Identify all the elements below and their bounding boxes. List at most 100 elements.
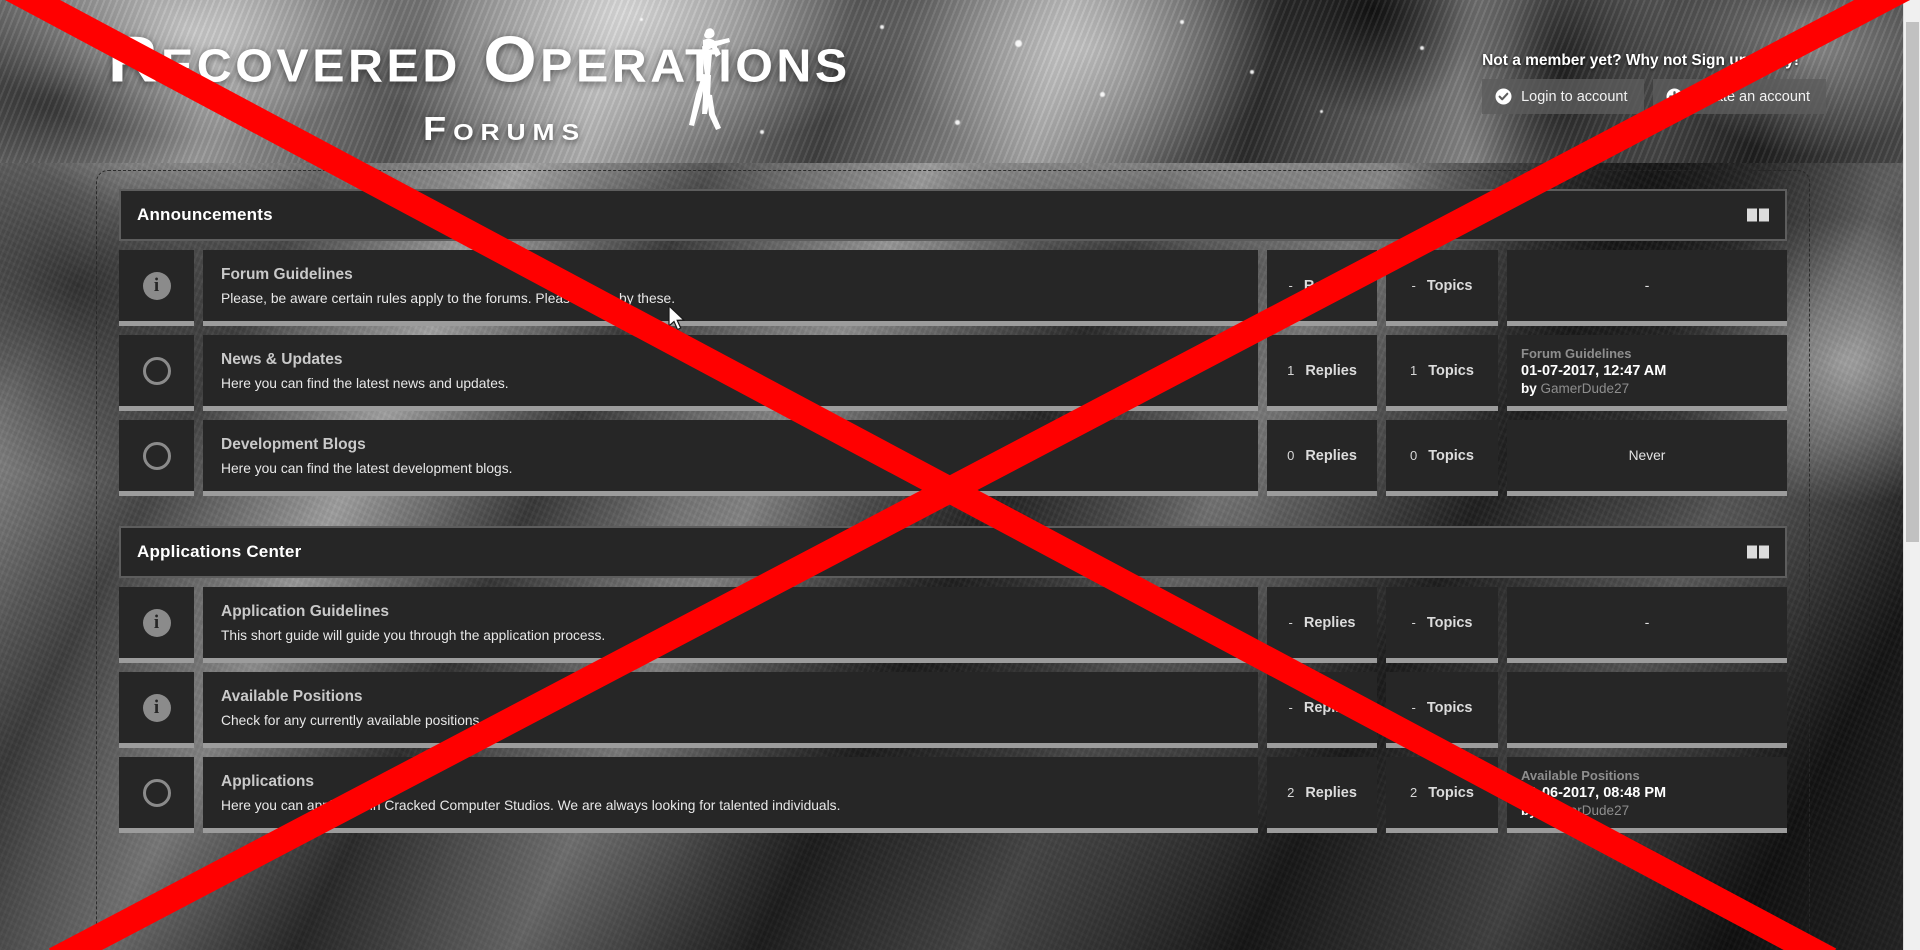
login-button-label: Login to account: [1521, 88, 1628, 105]
lastpost-never: Never: [1628, 448, 1666, 463]
info-icon: i: [142, 271, 171, 300]
lastpost-date: 01-06-2017, 08:48 PM: [1521, 784, 1667, 801]
forum-lastpost-cell: Forum Guidelines 01-07-2017, 12:47 AM by…: [1507, 335, 1787, 411]
forum-info-cell: Application Guidelines This short guide …: [203, 587, 1258, 663]
signup-prompt-text: Not a member yet? Why not Sign up today!: [1482, 52, 1799, 69]
lastpost-by-prefix: by: [1521, 802, 1537, 818]
forum-info-cell: Development Blogs Here you can find the …: [203, 420, 1258, 496]
circle-unread-icon: [142, 778, 171, 807]
circle-unread-icon: [142, 356, 171, 385]
forum-lastpost-cell: -: [1507, 587, 1787, 663]
topics-count: -: [1411, 278, 1416, 293]
category-title: Applications Center: [137, 542, 302, 561]
replies-label: Replies: [1305, 784, 1357, 801]
topics-count: 0: [1410, 448, 1418, 463]
login-to-account-button[interactable]: Login to account: [1482, 79, 1644, 114]
topics-label: Topics: [1428, 447, 1474, 464]
replies-label: Replies: [1303, 699, 1356, 716]
lastpost-empty: -: [1644, 278, 1650, 293]
lastpost-author: by GamerDude27: [1521, 381, 1629, 396]
forum-description: Here you can find the latest news and up…: [221, 375, 509, 391]
site-logo[interactable]: Recovered Operations Forums: [108, 14, 1098, 149]
topics-label: Topics: [1426, 614, 1473, 631]
replies-count: 1: [1287, 363, 1295, 378]
replies-label: Replies: [1303, 614, 1356, 631]
forum-info-cell: Available Positions Check for any curren…: [203, 672, 1258, 748]
collapse-toggle-icon[interactable]: [1747, 208, 1769, 222]
forum-replies-cell: - Replies: [1267, 672, 1377, 748]
forum-lastpost-cell: Available Positions 01-06-2017, 08:48 PM…: [1507, 757, 1787, 833]
replies-count: 2: [1287, 785, 1295, 800]
account-panel: Not a member yet? Why not Sign up today!…: [1482, 52, 1826, 114]
topics-label: Topics: [1428, 362, 1474, 379]
topics-count: 2: [1410, 785, 1418, 800]
forum-topics-cell: 0 Topics: [1386, 420, 1498, 496]
plus-circle-icon: [1666, 88, 1682, 105]
forum-replies-cell: 1 Replies: [1267, 335, 1377, 411]
forum-status-cell: i: [119, 250, 194, 326]
forum-status-cell: [119, 335, 194, 411]
forum-description: This short guide will guide you through …: [221, 627, 606, 643]
forum-lastpost-cell: -: [1507, 250, 1787, 326]
account-button-group: Login to account Create an account: [1482, 79, 1826, 114]
logo-secondary-text: Forums: [423, 110, 587, 147]
forum-description: Please, be aware certain rules apply to …: [221, 290, 676, 306]
forum-topics-cell: 2 Topics: [1386, 757, 1498, 833]
replies-label: Replies: [1305, 447, 1357, 464]
forum-category-announcements: Announcements i Forum Guidelines Please,…: [119, 189, 1787, 496]
lastpost-thread-link[interactable]: Forum Guidelines: [1521, 346, 1632, 361]
replies-count: -: [1288, 615, 1293, 630]
forum-row: News & Updates Here you can find the lat…: [119, 335, 1787, 411]
forum-description: Here you can apply to join Cracked Compu…: [221, 797, 841, 813]
info-icon: i: [142, 693, 171, 722]
forum-topics-cell: 1 Topics: [1386, 335, 1498, 411]
forum-category-applications-center: Applications Center i Application Guidel…: [119, 526, 1787, 833]
replies-count: -: [1288, 278, 1293, 293]
scroll-up-arrow-icon[interactable]: [1904, 0, 1920, 17]
forum-row: i Forum Guidelines Please, be aware cert…: [119, 250, 1787, 326]
forum-status-cell: i: [119, 672, 194, 748]
lastpost-by-prefix: by: [1521, 380, 1537, 396]
replies-count: -: [1288, 700, 1293, 715]
collapse-toggle-icon[interactable]: [1747, 545, 1769, 559]
forum-status-cell: [119, 757, 194, 833]
forum-content-container: Announcements i Forum Guidelines Please,…: [96, 170, 1810, 950]
vertical-scrollbar[interactable]: [1903, 0, 1920, 950]
circle-unread-icon: [142, 441, 171, 470]
category-header[interactable]: Announcements: [119, 189, 1787, 241]
lastpost-thread-link[interactable]: Available Positions: [1521, 768, 1640, 783]
lastpost-details: Available Positions 01-06-2017, 08:48 PM…: [1521, 768, 1773, 818]
topics-label: Topics: [1426, 699, 1473, 716]
check-circle-icon: [1495, 88, 1512, 105]
forum-row: Applications Here you can apply to join …: [119, 757, 1787, 833]
forum-link[interactable]: Available Positions: [221, 688, 363, 706]
topics-count: -: [1411, 615, 1416, 630]
forum-link[interactable]: Application Guidelines: [221, 603, 389, 621]
scrollbar-thumb[interactable]: [1906, 22, 1919, 542]
replies-count: 0: [1287, 448, 1295, 463]
forum-topics-cell: - Topics: [1386, 587, 1498, 663]
lastpost-username-link[interactable]: GamerDude27: [1541, 381, 1630, 396]
forum-link[interactable]: Development Blogs: [221, 436, 366, 454]
forum-link[interactable]: News & Updates: [221, 351, 342, 369]
forum-description: Here you can find the latest development…: [221, 460, 513, 476]
scroll-down-arrow-icon[interactable]: [1904, 933, 1920, 950]
forum-replies-cell: - Replies: [1267, 587, 1377, 663]
forum-link[interactable]: Applications: [221, 773, 314, 791]
create-button-label: Create an account: [1691, 88, 1811, 105]
forum-topics-cell: - Topics: [1386, 250, 1498, 326]
category-header[interactable]: Applications Center: [119, 526, 1787, 578]
counter-strike-soldier-icon: [689, 28, 730, 130]
forum-status-cell: [119, 420, 194, 496]
create-account-button[interactable]: Create an account: [1652, 79, 1826, 114]
topics-count: -: [1411, 700, 1416, 715]
site-header-banner: Recovered Operations Forums Not a member…: [0, 0, 1906, 163]
forum-lastpost-cell: [1507, 672, 1787, 748]
info-icon: i: [142, 608, 171, 637]
topics-count: 1: [1410, 363, 1418, 378]
lastpost-date: 01-07-2017, 12:47 AM: [1521, 362, 1667, 379]
forum-replies-cell: 2 Replies: [1267, 757, 1377, 833]
topics-label: Topics: [1428, 784, 1474, 801]
forum-link[interactable]: Forum Guidelines: [221, 266, 353, 284]
lastpost-username-link[interactable]: GamerDude27: [1541, 803, 1630, 818]
